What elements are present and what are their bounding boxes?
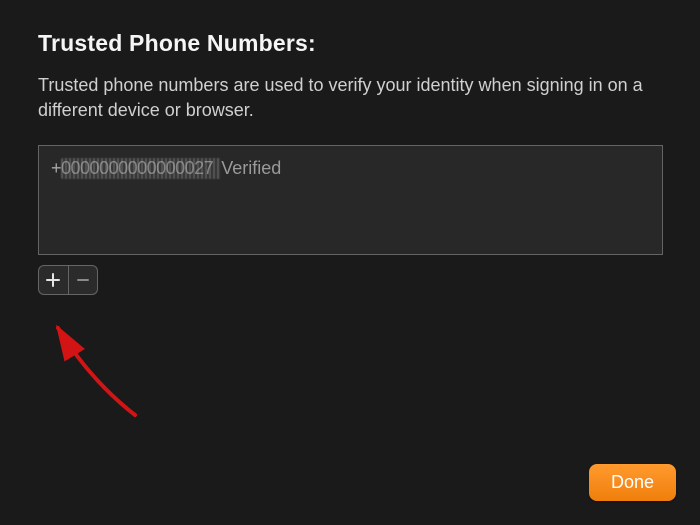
add-remove-button-group <box>38 265 98 295</box>
phone-numbers-listbox[interactable]: +0000000000000027 Verified <box>38 145 663 255</box>
phone-number-masked: +0000000000000027 <box>51 158 213 179</box>
minus-icon <box>76 273 90 287</box>
done-button[interactable]: Done <box>589 464 676 501</box>
phone-number-row[interactable]: +0000000000000027 Verified <box>51 156 650 181</box>
trusted-phone-numbers-panel: Trusted Phone Numbers: Trusted phone num… <box>0 0 700 315</box>
plus-icon <box>46 273 60 287</box>
panel-description: Trusted phone numbers are used to verify… <box>38 73 658 123</box>
add-phone-button[interactable] <box>39 266 68 294</box>
phone-status-label: Verified <box>221 158 281 179</box>
instruction-arrow-icon <box>40 320 160 440</box>
panel-title: Trusted Phone Numbers: <box>38 30 670 57</box>
remove-phone-button[interactable] <box>69 266 98 294</box>
redaction-overlay <box>61 158 221 179</box>
